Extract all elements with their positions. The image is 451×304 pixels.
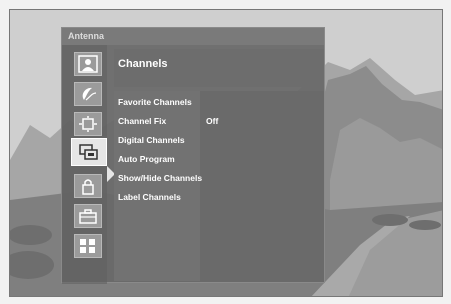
menu-item-label-channels[interactable]: Label Channels [118,188,318,207]
menu-item-label: Auto Program [118,154,175,164]
menu-item-digital-channels[interactable]: Digital Channels [118,131,318,150]
applications-icon[interactable] [74,234,102,258]
channels-menu: Favorite Channels Channel Fix Off Digita… [114,91,324,281]
channels-icon[interactable] [71,138,107,166]
menu-item-label: Favorite Channels [118,97,192,107]
menu-item-label: Channel Fix [118,116,167,126]
menu-item-label: Show/Hide Channels [118,173,203,183]
lock-icon[interactable] [74,174,102,198]
screen-icon[interactable] [74,112,102,136]
menu-item-label: Label Channels [118,192,181,202]
menu-item-auto-program[interactable]: Auto Program [118,150,318,169]
menu-item-label: Digital Channels [118,135,185,145]
picture-icon[interactable] [74,52,102,76]
menu-overlay: Antenna Channels Favorite Channels Chann… [61,27,325,284]
setup-icon[interactable] [74,204,102,228]
menu-title: Channels [114,49,324,87]
menu-item-show-hide-channels[interactable]: Show/Hide Channels [118,169,318,188]
sound-icon[interactable] [74,82,102,106]
source-header: Antenna [62,28,324,45]
menu-item-value: Off [206,116,219,126]
menu-item-channel-fix[interactable]: Channel Fix Off [118,112,318,131]
menu-item-favorite-channels[interactable]: Favorite Channels [118,93,318,112]
tv-screen: Antenna Channels Favorite Channels Chann… [9,9,443,297]
